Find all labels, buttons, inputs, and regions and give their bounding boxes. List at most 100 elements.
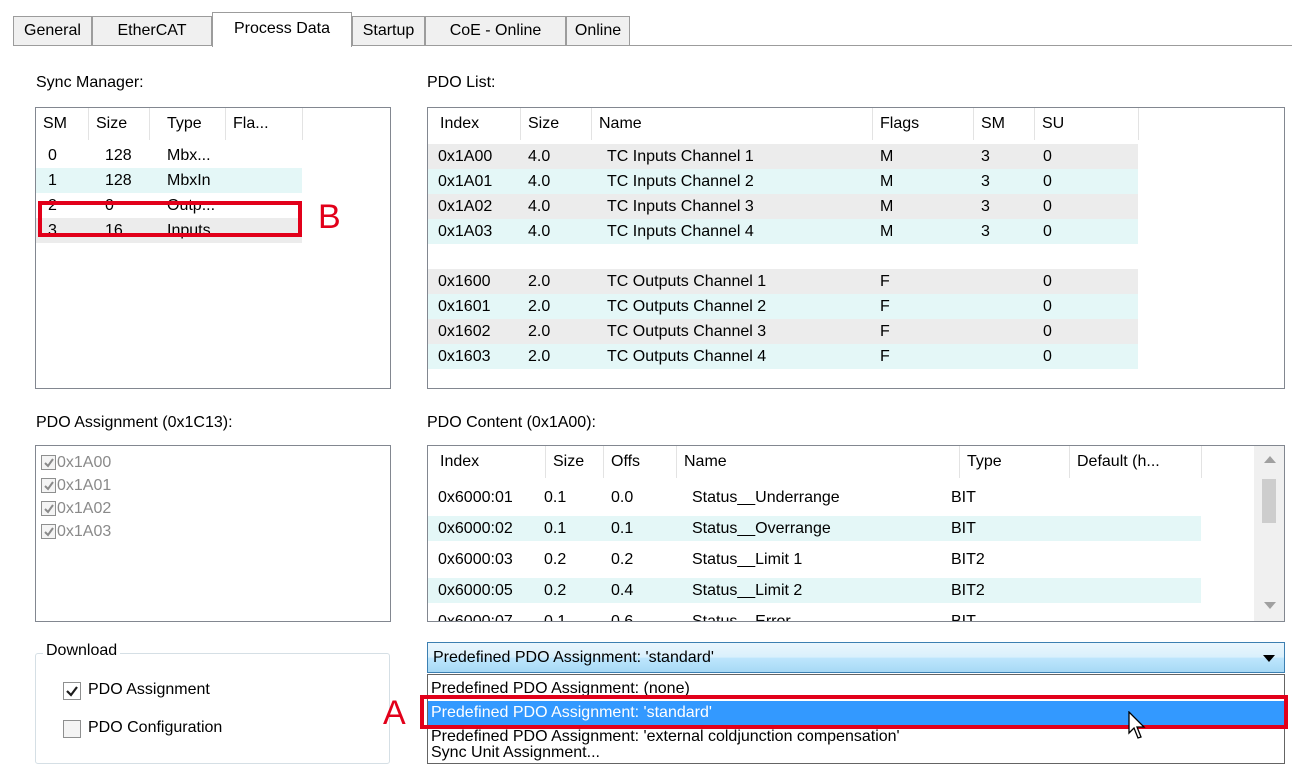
column-header-index[interactable]: Index [433,108,519,140]
cell-su: 0 [1043,348,1052,365]
pdo-list[interactable]: Index Size Name Flags SM SU 0x1A00 4.0 T… [427,107,1285,389]
cell-flags: M [880,223,894,240]
table-row[interactable]: 1 128 MbxIn [36,168,302,193]
tab-ethercat[interactable]: EtherCAT [92,16,212,46]
cell-sm: 1 [48,172,57,189]
table-row[interactable]: 0x1A02 4.0 TC Inputs Channel 3 M 3 0 [428,194,1138,219]
column-header-offs[interactable]: Offs [604,446,676,478]
tab-process-data[interactable]: Process Data [212,12,352,47]
cell-index: 0x6000:05 [438,582,513,599]
cell-size: 4.0 [528,198,551,215]
scroll-up-arrow-icon[interactable] [1264,456,1276,463]
cell-type: Mbx... [167,147,211,164]
vertical-scrollbar[interactable] [1254,446,1284,621]
cell-size: 0.1 [544,613,567,622]
cell-index: 0x1A01 [438,173,493,190]
table-row[interactable]: 0x6000:05 0.2 0.4 Status__Limit 2 BIT2 [428,578,1201,603]
chevron-down-icon[interactable] [1263,655,1275,662]
sync-manager-list[interactable]: SM Size Type Fla... 0 128 Mbx... 1 128 M… [35,107,391,389]
marker-b: B [318,198,341,236]
tab-coe-online[interactable]: CoE - Online [425,16,566,46]
sync-manager-label: Sync Manager: [36,74,144,91]
cell-type: BIT [951,520,976,537]
table-row[interactable]: 0x1A01 4.0 TC Inputs Channel 2 M 3 0 [428,169,1138,194]
cell-name: TC Outputs Channel 1 [607,273,767,290]
cell-size: 0.2 [544,582,567,599]
cell-su: 0 [1043,323,1052,340]
cell-index: 0x1600 [438,273,491,290]
cell-type: BIT2 [951,551,985,568]
table-row[interactable]: 0x6000:07 0.1 0.6 Status__Error BIT [428,609,1201,622]
tab-online[interactable]: Online [566,16,630,46]
scroll-down-arrow-icon[interactable] [1264,602,1276,609]
table-row[interactable]: 0x1601 2.0 TC Outputs Channel 2 F 0 [428,294,1138,319]
cell-size: 4.0 [528,148,551,165]
cell-sm: 3 [981,148,990,165]
column-header-name[interactable]: Name [677,446,959,478]
tab-startup[interactable]: Startup [352,16,425,46]
checkbox-icon[interactable] [41,455,56,470]
tab-divider [13,45,1292,46]
cell-name: TC Outputs Channel 3 [607,323,767,340]
checkbox-icon[interactable] [41,478,56,493]
cell-sm: 3 [981,198,990,215]
table-row[interactable]: 0x1A00 4.0 TC Inputs Channel 1 M 3 0 [428,144,1138,169]
list-item[interactable]: 0x1A03 [40,519,240,544]
column-header-flags[interactable]: Fla... [226,108,302,140]
cell-size: 4.0 [528,173,551,190]
cell-flags: F [880,323,890,340]
table-row[interactable]: 0 128 Mbx... [36,143,302,168]
pdo-assignment-dropdown[interactable]: Predefined PDO Assignment: 'standard' [427,642,1285,673]
column-header-default[interactable]: Default (h... [1070,446,1201,478]
column-header-sm[interactable]: SM [974,108,1034,140]
table-row[interactable]: 0x1600 2.0 TC Outputs Channel 1 F 0 [428,269,1138,294]
column-header-size[interactable]: Size [89,108,149,140]
cell-index: 0x6000:07 [438,613,513,622]
list-item[interactable]: 0x1A02 [40,496,240,521]
table-row[interactable]: 0x6000:02 0.1 0.1 Status__Overrange BIT [428,516,1201,541]
pdo-assignment-list[interactable]: 0x1A00 0x1A01 0x1A02 0x1A03 [35,445,391,622]
pdo-configuration-checkbox[interactable] [63,720,81,738]
cell-size: 2.0 [528,348,551,365]
column-header-type[interactable]: Type [960,446,1069,478]
cell-flags: M [880,148,894,165]
cell-name: TC Outputs Channel 2 [607,298,767,315]
cell-name: Status__Underrange [692,489,840,506]
column-header-size[interactable]: Size [521,108,591,140]
column-header-size[interactable]: Size [546,446,603,478]
cell-index: 0x1602 [438,323,491,340]
pdo-content-list[interactable]: Index Size Offs Name Type Default (h... … [427,445,1285,622]
dropdown-selected-value: Predefined PDO Assignment: 'standard' [433,649,714,666]
pdo-list-label: PDO List: [427,74,496,91]
cell-size: 128 [105,147,132,164]
checkbox-icon[interactable] [41,501,56,516]
column-header-flags[interactable]: Flags [873,108,973,140]
cell-type: MbxIn [167,172,211,189]
column-header-name[interactable]: Name [592,108,872,140]
cell-name: TC Inputs Channel 4 [607,223,754,240]
column-header-sm[interactable]: SM [36,108,88,140]
table-row[interactable]: 0x6000:01 0.1 0.0 Status__Underrange BIT [428,485,1201,510]
checkbox-icon[interactable] [41,524,56,539]
column-header-su[interactable]: SU [1035,108,1138,140]
table-row[interactable]: 0x1603 2.0 TC Outputs Channel 4 F 0 [428,344,1138,369]
cell-sm: 3 [981,223,990,240]
pdo-assignment-checkbox[interactable] [63,682,81,700]
pdo-configuration-checkbox-label: PDO Configuration [88,719,223,736]
column-header-index[interactable]: Index [433,446,545,478]
list-item[interactable]: 0x1A01 [40,473,240,498]
cell-offs: 0.1 [611,520,634,537]
table-row[interactable]: 0x1A03 4.0 TC Inputs Channel 4 M 3 0 [428,219,1138,244]
list-item-label: 0x1A01 [57,477,112,494]
tab-general[interactable]: General [13,16,92,46]
cell-offs: 0.4 [611,582,634,599]
cell-flags: F [880,348,890,365]
list-item[interactable]: 0x1A00 [40,450,240,475]
table-row[interactable]: 0x1602 2.0 TC Outputs Channel 3 F 0 [428,319,1138,344]
column-header-type[interactable]: Type [160,108,225,140]
sync-unit-assignment-button[interactable]: Sync Unit Assignment... [428,745,1284,763]
cell-index: 0x6000:02 [438,520,513,537]
highlight-box-b [38,201,302,237]
scroll-thumb[interactable] [1262,479,1276,523]
table-row[interactable]: 0x6000:03 0.2 0.2 Status__Limit 1 BIT2 [428,547,1201,572]
